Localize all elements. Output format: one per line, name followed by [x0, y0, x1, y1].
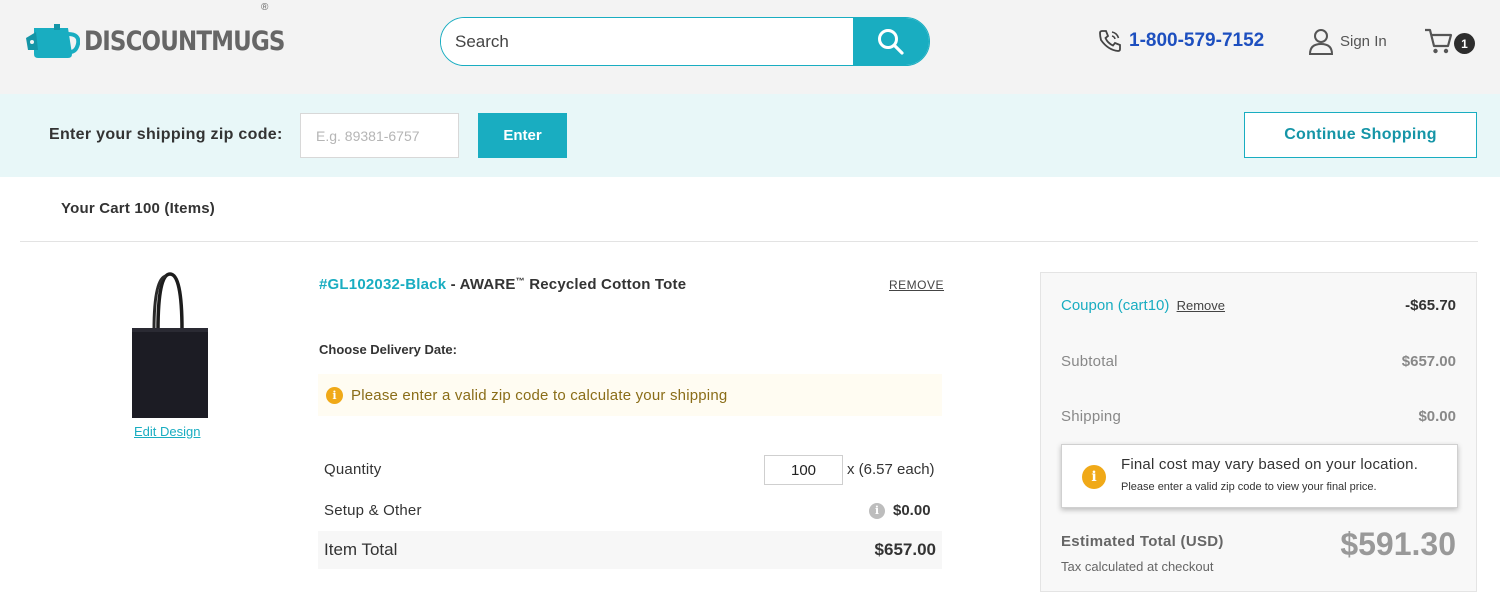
- coupon-row: Coupon (cart10) Remove: [1061, 297, 1225, 314]
- subtotal-value: $657.00: [1401, 353, 1456, 370]
- remove-item-link[interactable]: REMOVE: [889, 278, 944, 292]
- site-header: DISCOUNTMUGS ® 1-800-579-7152 Sign In 1: [0, 0, 1500, 94]
- zip-bar: Enter your shipping zip code: Enter Cont…: [0, 94, 1500, 177]
- product-image[interactable]: [128, 270, 212, 422]
- info-icon: i: [326, 386, 343, 404]
- quantity-input[interactable]: [764, 455, 843, 485]
- setup-value: i $0.00: [869, 502, 931, 519]
- warning-info-icon: i: [1082, 465, 1106, 489]
- estimated-total-value: $591.30: [1340, 526, 1456, 562]
- order-summary: Coupon (cart10) Remove -$65.70 Subtotal …: [1040, 272, 1477, 592]
- item-total-row: Item Total $657.00: [318, 531, 942, 569]
- cart-title: Your Cart 100 (Items): [61, 200, 215, 217]
- cart-count-badge: 1: [1454, 33, 1475, 54]
- subtotal-label: Subtotal: [1061, 353, 1118, 370]
- shipping-value: $0.00: [1418, 408, 1456, 425]
- phone-link[interactable]: 1-800-579-7152: [1097, 28, 1264, 54]
- setup-label: Setup & Other: [324, 502, 422, 519]
- setup-amount: $0.00: [893, 502, 931, 519]
- sign-in-label: Sign In: [1340, 33, 1387, 50]
- continue-shopping-button[interactable]: Continue Shopping: [1244, 112, 1477, 158]
- tooltip-title: Final cost may vary based on your locati…: [1121, 456, 1419, 473]
- item-total-label: Item Total: [324, 540, 398, 559]
- search-input[interactable]: [441, 18, 853, 65]
- user-icon: [1308, 29, 1334, 55]
- divider: [20, 241, 1478, 242]
- search-bar: [440, 17, 930, 66]
- delivery-date-label: Choose Delivery Date:: [319, 342, 457, 357]
- zip-code-input[interactable]: [300, 113, 459, 158]
- cart-icon[interactable]: [1424, 27, 1454, 55]
- each-price: x (6.57 each): [847, 461, 935, 478]
- phone-icon: [1099, 30, 1121, 52]
- logo-text: DISCOUNTMUGS: [84, 25, 285, 57]
- estimated-total-label: Estimated Total (USD): [1061, 533, 1224, 550]
- setup-info-icon[interactable]: i: [869, 502, 885, 519]
- mug-logo-icon: [26, 24, 80, 58]
- logo[interactable]: DISCOUNTMUGS: [24, 20, 320, 62]
- shipping-label: Shipping: [1061, 408, 1121, 425]
- zip-label: Enter your shipping zip code:: [49, 126, 283, 143]
- coupon-value: -$65.70: [1405, 297, 1456, 314]
- item-total-value: $657.00: [874, 540, 936, 559]
- coupon-label: Coupon (cart10): [1061, 297, 1170, 314]
- search-button[interactable]: [853, 18, 929, 65]
- enter-zip-button[interactable]: Enter: [478, 113, 567, 158]
- edit-design-link[interactable]: Edit Design: [134, 424, 200, 439]
- tax-note: Tax calculated at checkout: [1061, 559, 1214, 574]
- product-title-suffix: Recycled Cotton Tote: [524, 276, 687, 293]
- search-icon: [878, 28, 904, 55]
- location-tooltip: i Final cost may vary based on your loca…: [1061, 444, 1458, 508]
- zip-notice: i Please enter a valid zip code to calcu…: [318, 374, 942, 416]
- registered-mark: ®: [261, 2, 269, 13]
- trademark-mark: ™: [515, 276, 525, 286]
- product-title-prefix: - AWARE: [446, 276, 516, 293]
- zip-notice-text: Please enter a valid zip code to calcula…: [351, 386, 728, 404]
- quantity-label: Quantity: [324, 461, 382, 478]
- product-title: #GL102032-Black - AWARE™ Recycled Cotton…: [319, 276, 686, 293]
- sign-in-link[interactable]: Sign In: [1308, 28, 1387, 55]
- product-sku-link[interactable]: #GL102032-Black: [319, 276, 446, 293]
- coupon-remove-link[interactable]: Remove: [1177, 298, 1225, 313]
- phone-number: 1-800-579-7152: [1129, 30, 1265, 51]
- tooltip-subtitle: Please enter a valid zip code to view yo…: [1121, 481, 1377, 493]
